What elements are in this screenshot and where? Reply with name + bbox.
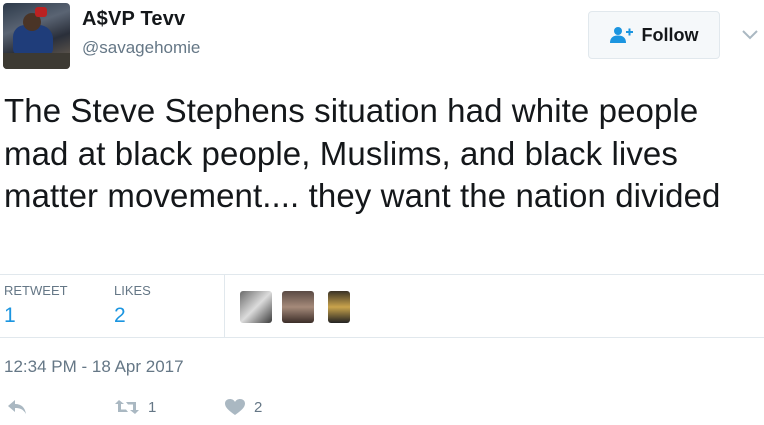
tweet-timestamp[interactable]: 12:34 PM - 18 Apr 2017 [4,357,184,377]
reply-icon [6,398,28,416]
retweet-stat[interactable]: RETWEET 1 [4,283,68,328]
retweet-stat-count: 1 [4,304,16,327]
reply-button[interactable] [6,398,28,416]
chevron-down-icon[interactable] [740,27,760,41]
retweet-count: 1 [148,398,157,416]
avatar-cap [35,7,47,17]
likes-stat-count: 2 [114,304,126,327]
retweet-stat-label: RETWEET [4,283,68,298]
follow-button[interactable]: Follow [588,11,720,59]
heart-icon [224,398,246,416]
liker-avatar[interactable] [240,291,272,323]
liker-avatars [240,291,350,323]
like-count: 2 [254,398,263,416]
retweet-button[interactable]: 1 [114,398,156,416]
retweet-icon [114,398,140,416]
likes-stat[interactable]: LIKES 2 [114,283,151,328]
add-user-icon [609,26,634,44]
stats-divider [224,275,225,337]
tweet-text: The Steve Stephens situation had white p… [4,92,721,214]
screen-name[interactable]: @savagehomie [82,38,200,58]
follow-button-label: Follow [641,24,699,45]
tweet-stats: RETWEET 1 LIKES 2 [0,274,764,338]
likes-stat-label: LIKES [114,283,151,298]
avatar-ground [3,53,70,69]
avatar[interactable] [3,3,70,69]
like-button[interactable]: 2 [224,398,262,416]
tweet-actions: 1 2 [0,398,764,424]
display-name[interactable]: A$VP Tevv [82,8,185,31]
liker-avatar[interactable] [282,291,314,323]
tweet-header: A$VP Tevv @savagehomie Follow [0,0,764,76]
liker-avatar[interactable] [328,291,350,323]
